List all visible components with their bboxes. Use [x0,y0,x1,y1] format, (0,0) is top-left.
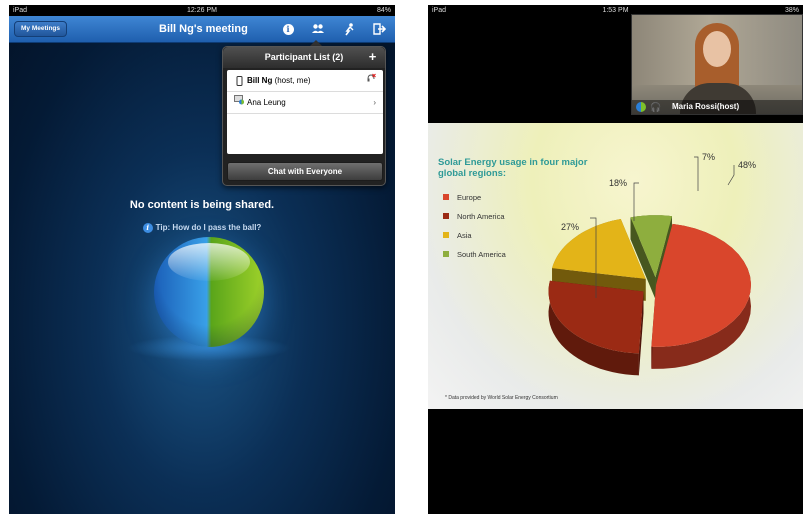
chevron-right-icon[interactable]: › [373,92,376,114]
video-caption-bar: 🎧 Maria Rossi(host) [632,100,802,114]
tip-text: Tip: How do I pass the ball? [155,223,262,233]
mute-icon[interactable] [366,70,376,92]
battery-label: 84% [376,7,391,14]
pie-leader-line [633,182,639,221]
pass-ball-tip-link[interactable]: i Tip: How do I pass the ball? [9,223,395,233]
pie-data-label: 48% [738,160,756,170]
leave-icon[interactable] [371,22,387,38]
headset-icon: 🎧 [650,102,662,112]
meeting-ball-logo[interactable] [154,237,264,347]
ball-highlight [168,243,250,281]
participant-row-ana-leung[interactable]: Ana Leung › [227,92,383,114]
meeting-title: Bill Ng's meeting [159,23,248,35]
pie-leader-line [727,165,735,186]
meeting-nav-bar: My Meetings Bill Ng's meeting i [9,16,395,43]
clock: 12:26 PM [187,7,217,14]
left-ipad-screen: iPad 12:26 PM 84% My Meetings Bill Ng's … [9,5,395,514]
phone-icon [233,70,245,92]
participant-name: Ana Leung [247,98,286,107]
participant-list-header: Participant List (2) + [223,47,385,68]
participant-list-popover: Participant List (2) + Bill Ng (host, me… [222,46,386,186]
info-icon[interactable]: i [280,22,296,38]
shared-presentation-slide: Solar Energy usage in four major global … [428,123,803,409]
pie-data-label: 7% [702,152,715,162]
status-bar: iPad 12:26 PM 84% [9,5,395,16]
participant-list: Bill Ng (host, me) Ana Leung › [227,70,383,154]
chart-footnote: * Data provided by World Solar Energy Co… [445,395,558,401]
participant-name: Bill Ng (host, me) [247,76,311,85]
participant-list-title: Participant List (2) [264,52,344,62]
info-icon: i [142,223,153,233]
no-content-message: No content is being shared. [129,199,275,211]
pie-data-label: 27% [561,222,579,232]
my-meetings-button[interactable]: My Meetings [14,21,68,37]
presenter-icon [233,92,245,114]
chat-with-everyone-button[interactable]: Chat with Everyone [227,162,383,181]
pie-leader-line [694,156,699,191]
video-participant-name: Maria Rossi(host) [672,102,740,111]
pie-data-label: 18% [609,178,627,188]
video-person-face [703,31,731,67]
pass-ball-icon[interactable] [341,22,357,38]
add-participant-button[interactable]: + [365,49,380,64]
participants-icon[interactable] [310,22,326,38]
solar-energy-pie-chart: 48% 27% 18% 7% [548,152,756,376]
right-ipad-screen: iPad 1:53 PM 38% 🎧 Maria Rossi(host) Sol… [428,5,803,514]
host-video-thumbnail[interactable]: 🎧 Maria Rossi(host) [631,14,803,115]
participant-row-bill-ng[interactable]: Bill Ng (host, me) [227,70,383,92]
meeting-globe-icon [636,102,646,112]
